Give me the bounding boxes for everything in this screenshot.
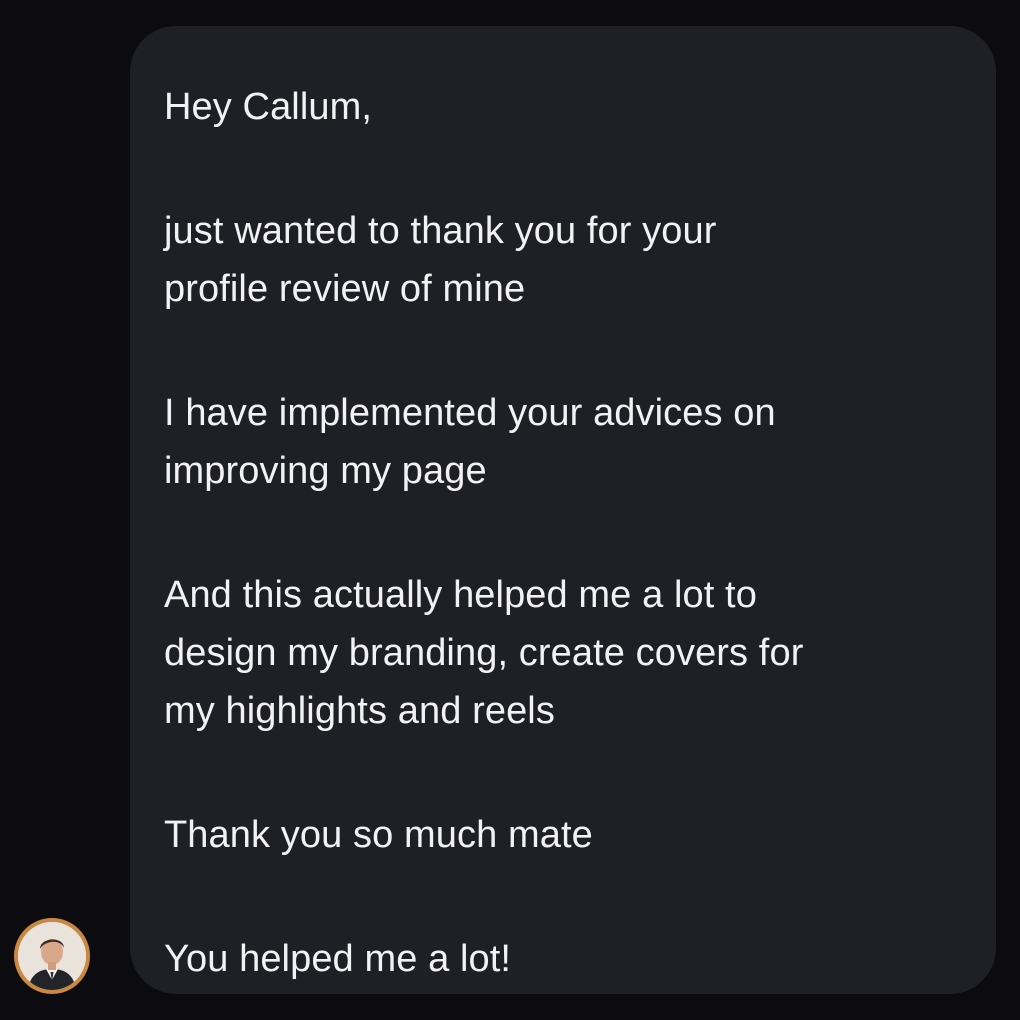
message-line: design my branding, create covers for (164, 632, 804, 674)
message-line: Thank you so much mate (164, 814, 593, 856)
avatar-portrait (18, 922, 86, 990)
message-line: And this actually helped me a lot to (164, 574, 757, 616)
person-avatar-icon (18, 922, 86, 990)
message-line: You helped me a lot! (164, 938, 512, 980)
message-bubble[interactable]: Hey Callum, just wanted to thank you for… (130, 26, 996, 994)
message-line: just wanted to thank you for your (164, 210, 717, 252)
message-line: I have implemented your advices on (164, 392, 776, 434)
message-line: my highlights and reels (164, 690, 555, 732)
message-greeting: Hey Callum, (164, 86, 373, 128)
message-paragraph-thank-you: Thank you so much mate (164, 806, 960, 864)
message-paragraph-closing: You helped me a lot! (164, 930, 960, 988)
message-line: profile review of mine (164, 268, 526, 310)
message-paragraph-advice: I have implemented your advices on impro… (164, 384, 960, 500)
sender-avatar[interactable] (14, 918, 90, 994)
chat-screen: Hey Callum, just wanted to thank you for… (0, 0, 1020, 1020)
message-line: improving my page (164, 450, 487, 492)
message-paragraph-thanks: just wanted to thank you for your profil… (164, 202, 960, 318)
message-paragraph-branding: And this actually helped me a lot to des… (164, 566, 960, 740)
